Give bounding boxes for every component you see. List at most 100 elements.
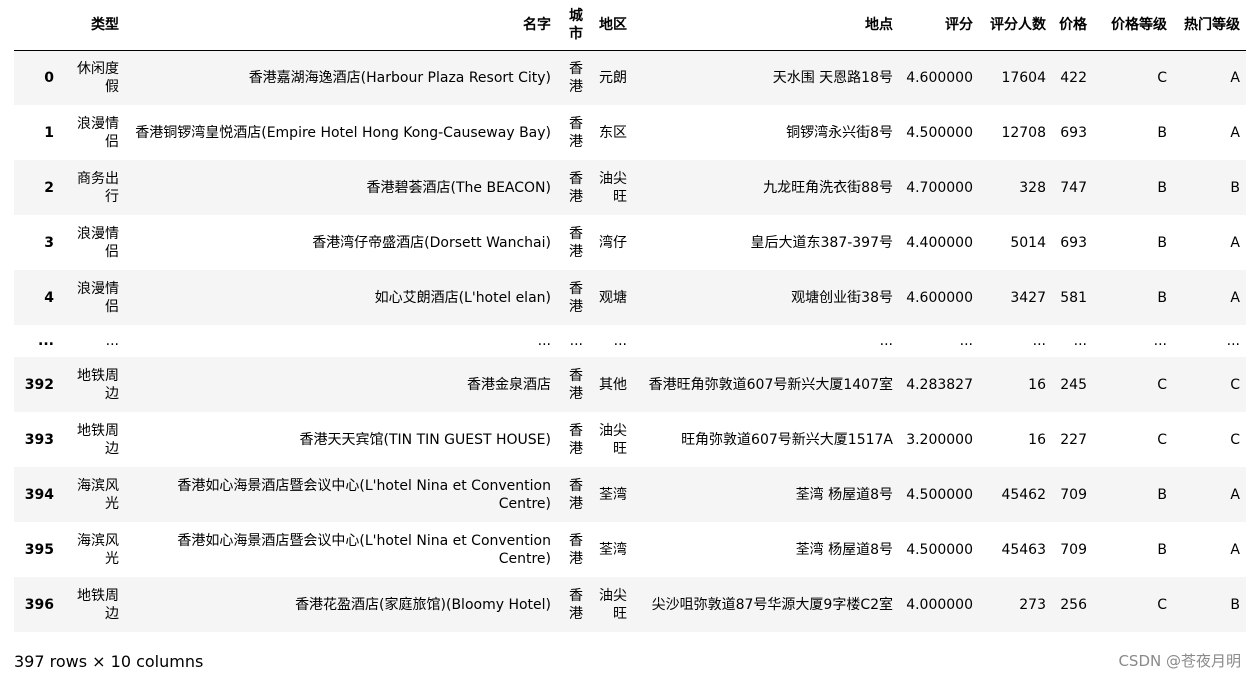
row-index: 393 [24,431,54,448]
table-row: 393 地铁周边 香港天天宾馆(TIN TIN GUEST HOUSE) 香港 油尖旺 旺… [14,412,1246,467]
row-index: 392 [24,376,54,393]
cell-rating-count: 45462 [1001,486,1046,503]
cell-price-level: B [1157,289,1167,306]
column-header-rating-count: 评分人数 [979,0,1052,51]
cell-address: 观塘创业街38号 [791,289,893,306]
cell-city: 香港 [569,477,583,512]
cell-city: ... [569,333,583,349]
cell-district: 其他 [599,376,627,393]
table-row: 3 浪漫情侣 香港湾仔帝盛酒店(Dorsett Wanchai) 香港 湾仔 皇后大道东3… [14,215,1246,270]
cell-rating-count: 273 [1019,596,1046,613]
table-row: 394 海滨风光 香港如心海景酒店暨会议中心(L'hotel Nina et Con… [14,467,1246,522]
cell-city: 香港 [569,422,583,457]
cell-price: 709 [1060,486,1087,503]
table-row: 1 浪漫情侣 香港铜锣湾皇悦酒店(Empire Hotel Hong Kong-Ca… [14,105,1246,160]
cell-popularity-level: A [1230,234,1240,251]
row-index: 2 [44,179,54,196]
cell-rating: 4.600000 [906,69,973,86]
cell-type: ... [105,333,119,349]
cell-name: 香港天天宾馆(TIN TIN GUEST HOUSE) [299,431,552,448]
cell-popularity-level: C [1230,431,1240,448]
cell-district: 油尖旺 [599,587,627,622]
cell-address: 尖沙咀弥敦道87号华源大厦9字楼C2室 [651,596,893,613]
cell-district: ... [613,333,627,349]
cell-rating: 3.200000 [906,431,973,448]
cell-address: 铜锣湾永兴街8号 [786,124,893,141]
csdn-watermark: CSDN @苍夜月明 [1118,652,1241,670]
cell-rating-count: 17604 [1001,69,1046,86]
row-index: 395 [24,541,54,558]
row-index: 0 [44,69,54,86]
column-header-price: 价格 [1052,0,1093,51]
cell-city: 香港 [569,60,583,95]
cell-type: 商务出行 [77,170,119,205]
cell-popularity-level: A [1230,541,1240,558]
cell-price: 747 [1060,179,1087,196]
cell-address: 旺角弥敦道607号新兴大厦1517A [681,431,893,448]
cell-city: 香港 [569,170,583,205]
cell-rating: 4.400000 [906,234,973,251]
cell-popularity-level: A [1230,289,1240,306]
cell-rating-count: 12708 [1001,124,1046,141]
cell-city: 香港 [569,115,583,150]
cell-price: 227 [1060,431,1087,448]
cell-rating: ... [959,333,973,349]
cell-district: 湾仔 [599,234,627,251]
cell-name: 香港花盈酒店(家庭旅馆)(Bloomy Hotel) [295,596,551,613]
cell-rating-count: 3427 [1010,289,1046,306]
cell-city: 香港 [569,532,583,567]
cell-popularity-level: B [1230,179,1240,196]
column-header-popularity-level: 热门等级 [1173,0,1246,51]
cell-district: 荃湾 [599,541,627,558]
row-index: 4 [44,289,54,306]
cell-popularity-level: A [1230,69,1240,86]
column-header-address: 地点 [633,0,899,51]
cell-name: 香港碧荟酒店(The BEACON) [366,179,551,196]
cell-type: 浪漫情侣 [77,115,119,150]
cell-type: 海滨风光 [77,477,119,512]
cell-type: 海滨风光 [77,532,119,567]
cell-price-level: B [1157,541,1167,558]
cell-address: 荃湾 杨屋道8号 [795,486,893,503]
column-header-name: 名字 [125,0,557,51]
cell-price: 422 [1060,69,1087,86]
table-row: 395 海滨风光 香港如心海景酒店暨会议中心(L'hotel Nina et Con… [14,522,1246,577]
cell-price: 709 [1060,541,1087,558]
cell-address: 皇后大道东387-397号 [750,234,894,251]
row-index: 394 [24,486,54,503]
cell-rating-count: ... [1032,333,1046,349]
cell-price-level: B [1157,486,1167,503]
cell-name: 如心艾朗酒店(L'hotel elan) [374,289,551,306]
cell-district: 东区 [599,124,627,141]
cell-price: 245 [1060,376,1087,393]
cell-name: 香港湾仔帝盛酒店(Dorsett Wanchai) [312,234,551,251]
cell-rating-count: 16 [1028,376,1046,393]
table-row: 392 地铁周边 香港金泉酒店 香港 其他 香港旺角弥敦道607号新兴大厦1407室 4.2… [14,357,1246,412]
cell-rating: 4.500000 [906,541,973,558]
table-row: 2 商务出行 香港碧荟酒店(The BEACON) 香港 油尖旺 九龙旺角洗衣街88号 4.… [14,160,1246,215]
table-body: 0 休闲度假 香港嘉湖海逸酒店(Harbour Plaza Resort City)… [14,50,1246,632]
cell-type: 浪漫情侣 [77,225,119,260]
table-row: 396 地铁周边 香港花盈酒店(家庭旅馆)(Bloomy Hotel) 香港 油尖旺 尖沙… [14,577,1246,632]
cell-rating: 4.000000 [906,596,973,613]
cell-district: 元朗 [599,69,627,86]
cell-popularity-level: B [1230,596,1240,613]
cell-type: 浪漫情侣 [77,280,119,315]
dataframe-table: 类型 名字 城市 地区 地点 评分 评分人数 价格 价格等级 热门等级 0 休闲度… [14,0,1246,632]
table-header: 类型 名字 城市 地区 地点 评分 评分人数 价格 价格等级 热门等级 [14,0,1246,51]
cell-rating: 4.500000 [906,486,973,503]
cell-type: 地铁周边 [77,422,119,457]
table-row: 0 休闲度假 香港嘉湖海逸酒店(Harbour Plaza Resort City)… [14,50,1246,105]
cell-price-level: ... [1153,333,1167,349]
cell-popularity-level: ... [1226,333,1240,349]
cell-address: 荃湾 杨屋道8号 [795,541,893,558]
cell-popularity-level: A [1230,486,1240,503]
cell-city: 香港 [569,587,583,622]
cell-price-level: C [1157,431,1167,448]
cell-price-level: B [1157,124,1167,141]
cell-address: 天水围 天恩路18号 [772,69,893,86]
cell-name: ... [537,333,551,349]
column-header-city: 城市 [557,0,589,51]
cell-district: 油尖旺 [599,422,627,457]
cell-city: 香港 [569,225,583,260]
